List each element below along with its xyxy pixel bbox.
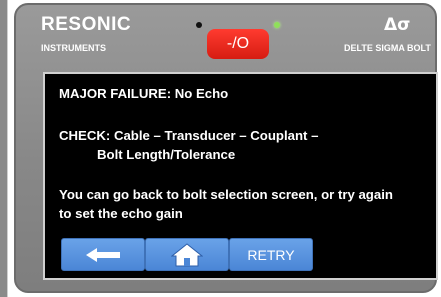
failure-title: MAJOR FAILURE: No Echo	[59, 86, 229, 101]
brand-subtitle: INSTRUMENTS	[41, 43, 106, 53]
device-screen: MAJOR FAILURE: No Echo CHECK: Cable – Tr…	[43, 72, 438, 280]
model-name: DELTE SIGMA BOLT	[344, 43, 431, 53]
brand-name: RESONIC	[41, 14, 132, 35]
power-button[interactable]: -/O	[207, 29, 269, 59]
retry-button[interactable]: RETRY	[229, 238, 313, 271]
status-led-right	[274, 22, 280, 28]
device-panel: RESONIC INSTRUMENTS -/O Δσ DELTE SIGMA B…	[14, 3, 438, 293]
delta-sigma-symbol: Δσ	[384, 15, 411, 35]
check-line-continued: Bolt Length/Tolerance	[97, 147, 236, 162]
check-line: CHECK: Cable – Transducer – Couplant –	[59, 128, 319, 143]
home-icon	[171, 242, 203, 266]
home-button[interactable]	[145, 238, 229, 271]
instruction-line-1: You can go back to bolt selection screen…	[59, 187, 393, 202]
instruction-line-2: to set the echo gain	[59, 206, 183, 221]
status-led-left	[196, 22, 202, 28]
back-button[interactable]	[61, 238, 145, 271]
left-edge-divider	[0, 0, 8, 297]
left-arrow-icon	[86, 247, 120, 262]
